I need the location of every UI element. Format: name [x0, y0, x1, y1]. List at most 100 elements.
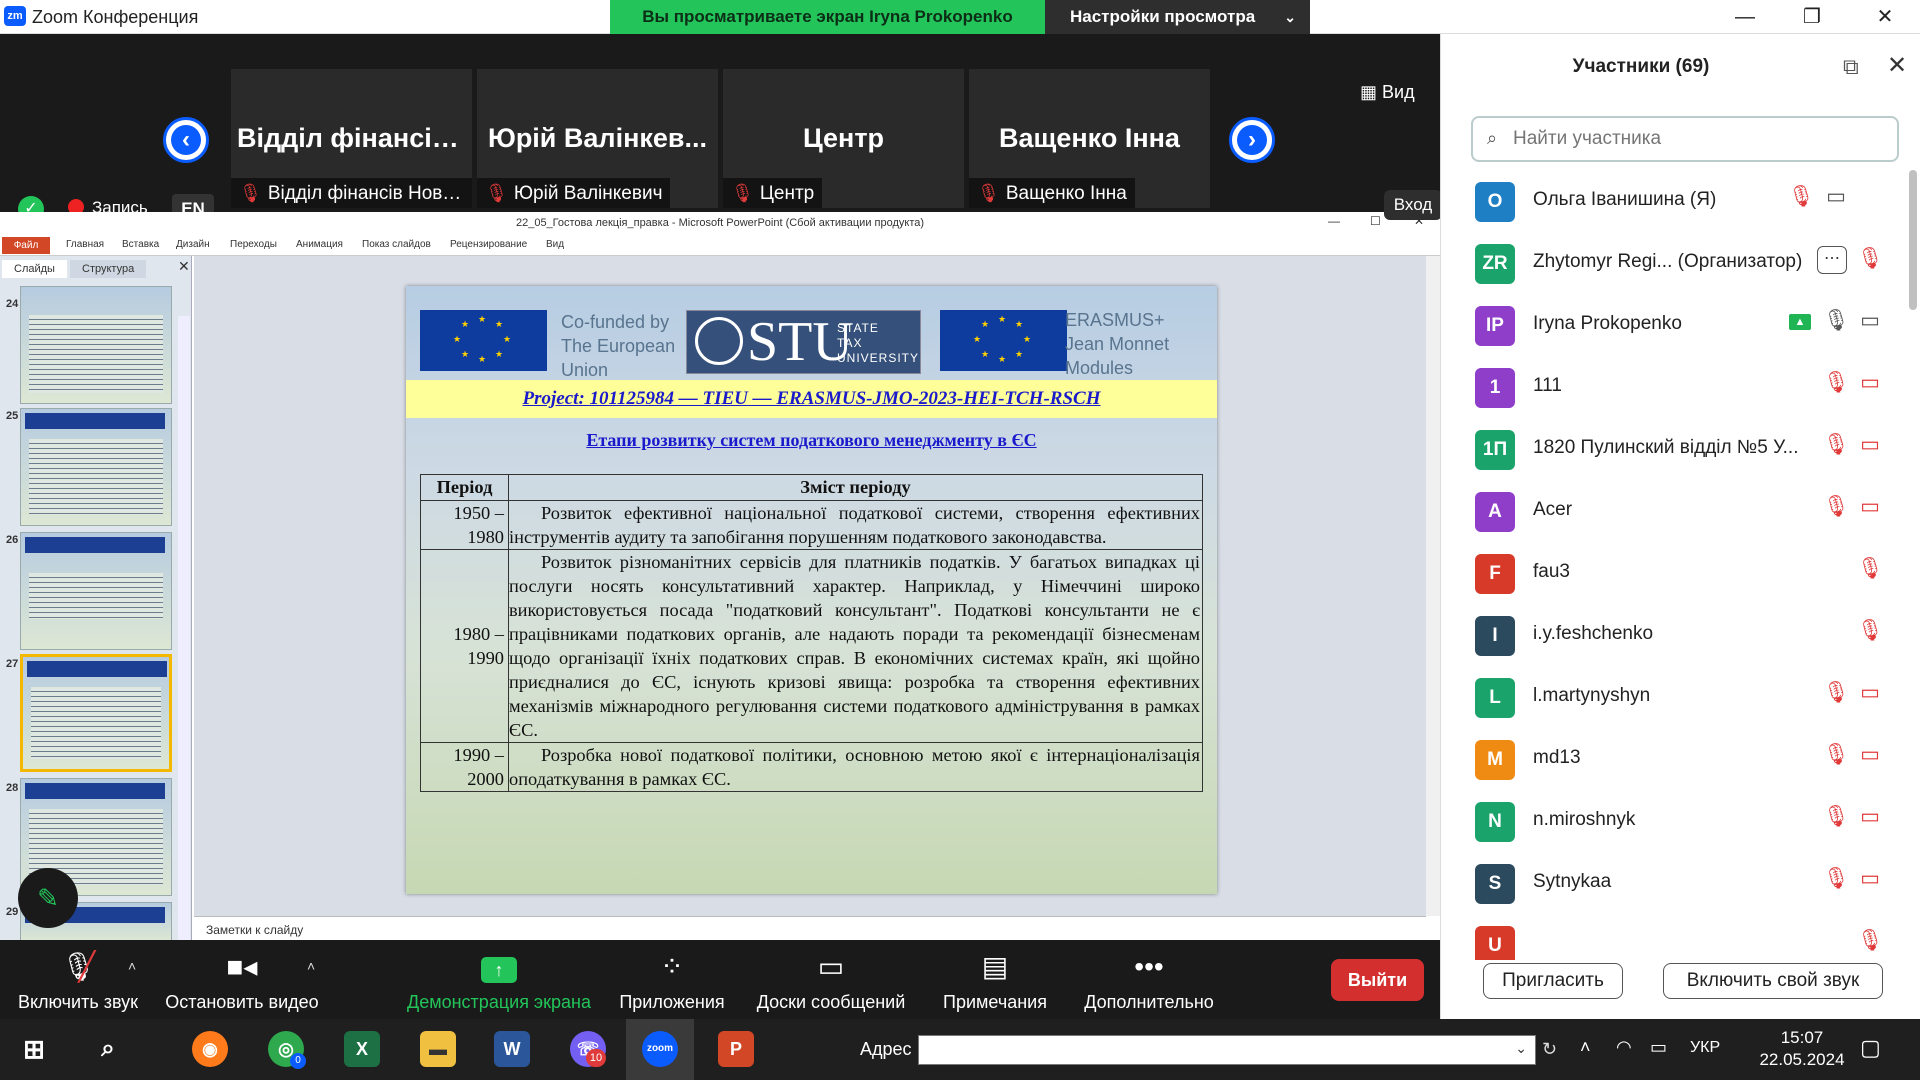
view-button[interactable]: ▦ Вид — [1360, 82, 1415, 103]
address-label: Адрес — [860, 1039, 912, 1059]
tray-expand-icon[interactable]: ˄ — [1580, 1037, 1591, 1058]
mic-muted-icon: 🎙 — [1857, 929, 1884, 952]
ribbon-tab[interactable]: Показ слайдов — [362, 239, 431, 250]
ribbon-tab[interactable]: Вставка — [122, 239, 159, 250]
ribbon-tab[interactable]: Рецензирование — [450, 239, 527, 250]
ribbon-tab[interactable]: Дизайн — [176, 239, 210, 250]
minimize-button[interactable]: — — [1730, 4, 1760, 30]
stu-sub-line: UNIVERSITY — [837, 351, 920, 365]
close-window-button[interactable]: ✕ — [1870, 4, 1900, 30]
prev-page-button[interactable]: ‹ — [163, 117, 209, 163]
share-banner: Вы просматриваете экран Iryna Prokopenko — [610, 0, 1045, 34]
address-input[interactable] — [919, 1036, 1499, 1064]
video-tile[interactable]: Центр 🎙 Центр — [723, 69, 964, 208]
unmute-button[interactable]: 🎙╱ ˄ Включить звук — [10, 940, 146, 1019]
powerpoint-icon[interactable]: P — [718, 1031, 754, 1067]
participants-title: Участники (69) — [1572, 56, 1710, 77]
ribbon-tab[interactable]: Переходы — [230, 239, 277, 250]
excel-icon[interactable]: X — [344, 1031, 380, 1067]
video-tile[interactable]: Відділ фінансів... 🎙 Відділ фінансів Ново… — [231, 69, 472, 208]
search-icon[interactable]: ⌕ — [90, 1031, 126, 1067]
next-page-button[interactable]: › — [1229, 117, 1275, 163]
ribbon-tab[interactable]: Анимация — [296, 239, 343, 250]
battery-icon[interactable]: ▭ — [1650, 1037, 1667, 1058]
participant-scrollbar[interactable] — [1909, 170, 1917, 310]
word-icon[interactable]: W — [494, 1031, 530, 1067]
file-explorer-icon[interactable]: ▬ — [420, 1031, 456, 1067]
invite-button[interactable]: Пригласить — [1483, 963, 1623, 999]
search-icon: ⌕ — [1487, 128, 1498, 148]
share-screen-button[interactable]: ↑ Демонстрация экрана — [402, 940, 596, 1019]
participant-row[interactable]: N n.miroshnyk 🎙 ▭ — [1441, 790, 1901, 852]
ribbon-tab[interactable]: Главная — [66, 239, 104, 250]
eu-flag-icon: ★ ★ ★ ★ ★ ★ ★ ★ — [420, 310, 547, 371]
video-options-chevron-icon[interactable]: ˄ — [307, 958, 315, 974]
address-bar[interactable]: ⌄ — [918, 1035, 1536, 1065]
thumbnail-content — [29, 315, 163, 393]
participant-row[interactable]: U 🎙 — [1441, 914, 1901, 960]
participant-row[interactable]: IP Iryna Prokopenko ▲ 🎙 ▭ — [1441, 294, 1901, 356]
notes-pane[interactable]: Заметки к слайду — [194, 916, 1426, 940]
table-header: Період — [420, 474, 509, 501]
close-panel-button[interactable]: ✕ — [1887, 51, 1907, 80]
slide-thumbnail[interactable] — [20, 408, 172, 526]
video-tile[interactable]: Юрій Валінкев... 🎙 Юрій Валінкевич — [477, 69, 718, 208]
ribbon-tab[interactable]: Вид — [546, 239, 564, 250]
leave-button[interactable]: Выйти — [1331, 959, 1424, 1001]
outline-tab[interactable]: Структура — [70, 260, 147, 278]
ppt-maximize-button[interactable]: ☐ — [1370, 214, 1381, 228]
slide-thumbnail[interactable] — [20, 532, 172, 650]
chevron-down-icon: ⌄ — [1284, 9, 1296, 25]
keyboard-language[interactable]: УКР — [1690, 1039, 1720, 1057]
participant-row[interactable]: 1П 1820 Пулинский відділ №5 У... 🎙 ▭ — [1441, 418, 1901, 480]
maximize-button[interactable]: ❐ — [1797, 4, 1827, 30]
notes-icon: ▤ — [981, 951, 1009, 982]
wifi-icon[interactable]: ◠ — [1616, 1037, 1632, 1058]
close-panel-icon[interactable]: ✕ — [178, 258, 190, 275]
participant-row[interactable]: ZR Zhytomyr Regi... (Организатор) ⋯ 🎙 — [1441, 232, 1901, 294]
participant-row[interactable]: I i.y.feshchenko 🎙 — [1441, 604, 1901, 666]
slide-thumbnail-selected[interactable] — [20, 654, 172, 772]
file-tab[interactable]: Файл — [2, 237, 50, 254]
participant-row[interactable]: 1 111 🎙 ▭ — [1441, 356, 1901, 418]
whiteboards-button[interactable]: ▭ Доски сообщений — [752, 940, 910, 1019]
mic-muted-icon: 🎙 — [1823, 495, 1850, 518]
participant-row[interactable]: F fau3 🎙 — [1441, 542, 1901, 604]
windows-start-icon[interactable]: ⊞ — [16, 1031, 52, 1067]
avatar: F — [1475, 554, 1515, 594]
notifications-icon[interactable]: ▢ — [1860, 1035, 1881, 1061]
slides-tab[interactable]: Слайды — [2, 260, 67, 278]
canvas-scrollbar[interactable] — [1426, 256, 1440, 916]
firefox-icon[interactable]: ◉ — [192, 1031, 228, 1067]
more-options-button[interactable]: ⋯ — [1817, 246, 1847, 274]
popout-icon[interactable]: ⧉ — [1843, 54, 1859, 80]
enter-button[interactable]: Вход — [1384, 190, 1442, 220]
panel-scrollbar[interactable] — [178, 316, 190, 940]
zoom-icon[interactable]: zoom — [642, 1031, 678, 1067]
annotate-pencil-icon[interactable]: ✎ — [18, 868, 78, 928]
video-tile[interactable]: Ващенко Інна 🎙 Ващенко Інна — [969, 69, 1210, 208]
participant-row[interactable]: S Sytnykaa 🎙 ▭ — [1441, 852, 1901, 914]
participant-row[interactable]: M md13 🎙 ▭ — [1441, 728, 1901, 790]
search-input[interactable] — [1513, 126, 1883, 152]
periods-table: Період Зміст періоду 1950 – 1980 Розвито… — [420, 474, 1203, 792]
audio-options-chevron-icon[interactable]: ˄ — [128, 958, 136, 974]
system-clock[interactable]: 15:07 22.05.2024 — [1752, 1027, 1852, 1071]
refresh-icon[interactable]: ↻ — [1542, 1039, 1557, 1060]
participant-row[interactable]: О Ольга Іванишина (Я) 🎙 ▭ — [1441, 170, 1901, 232]
slide-thumbnail[interactable] — [20, 286, 172, 404]
notes-button[interactable]: ▤ Примечания — [932, 940, 1058, 1019]
unmute-myself-button[interactable]: Включить свой звук — [1663, 963, 1883, 999]
thumbnail-content — [31, 687, 161, 759]
more-button[interactable]: ••• Дополнительно — [1076, 940, 1222, 1019]
stop-video-button[interactable]: ■◂ ˄ Остановить видео — [162, 940, 322, 1019]
participant-row[interactable]: A Acer 🎙 ▭ — [1441, 480, 1901, 542]
participant-name: Acer — [1533, 499, 1573, 520]
ppt-minimize-button[interactable]: — — [1328, 214, 1340, 228]
apps-button[interactable]: ⁘ Приложения — [612, 940, 732, 1019]
view-options-button[interactable]: Настройки просмотра ⌄ — [1045, 0, 1310, 34]
participant-name: Ольга Іванишина (Я) — [1533, 189, 1717, 210]
chevron-down-icon[interactable]: ⌄ — [1515, 1040, 1527, 1057]
participant-search[interactable]: ⌕ — [1471, 116, 1899, 162]
participant-row[interactable]: L l.martynyshyn 🎙 ▭ — [1441, 666, 1901, 728]
